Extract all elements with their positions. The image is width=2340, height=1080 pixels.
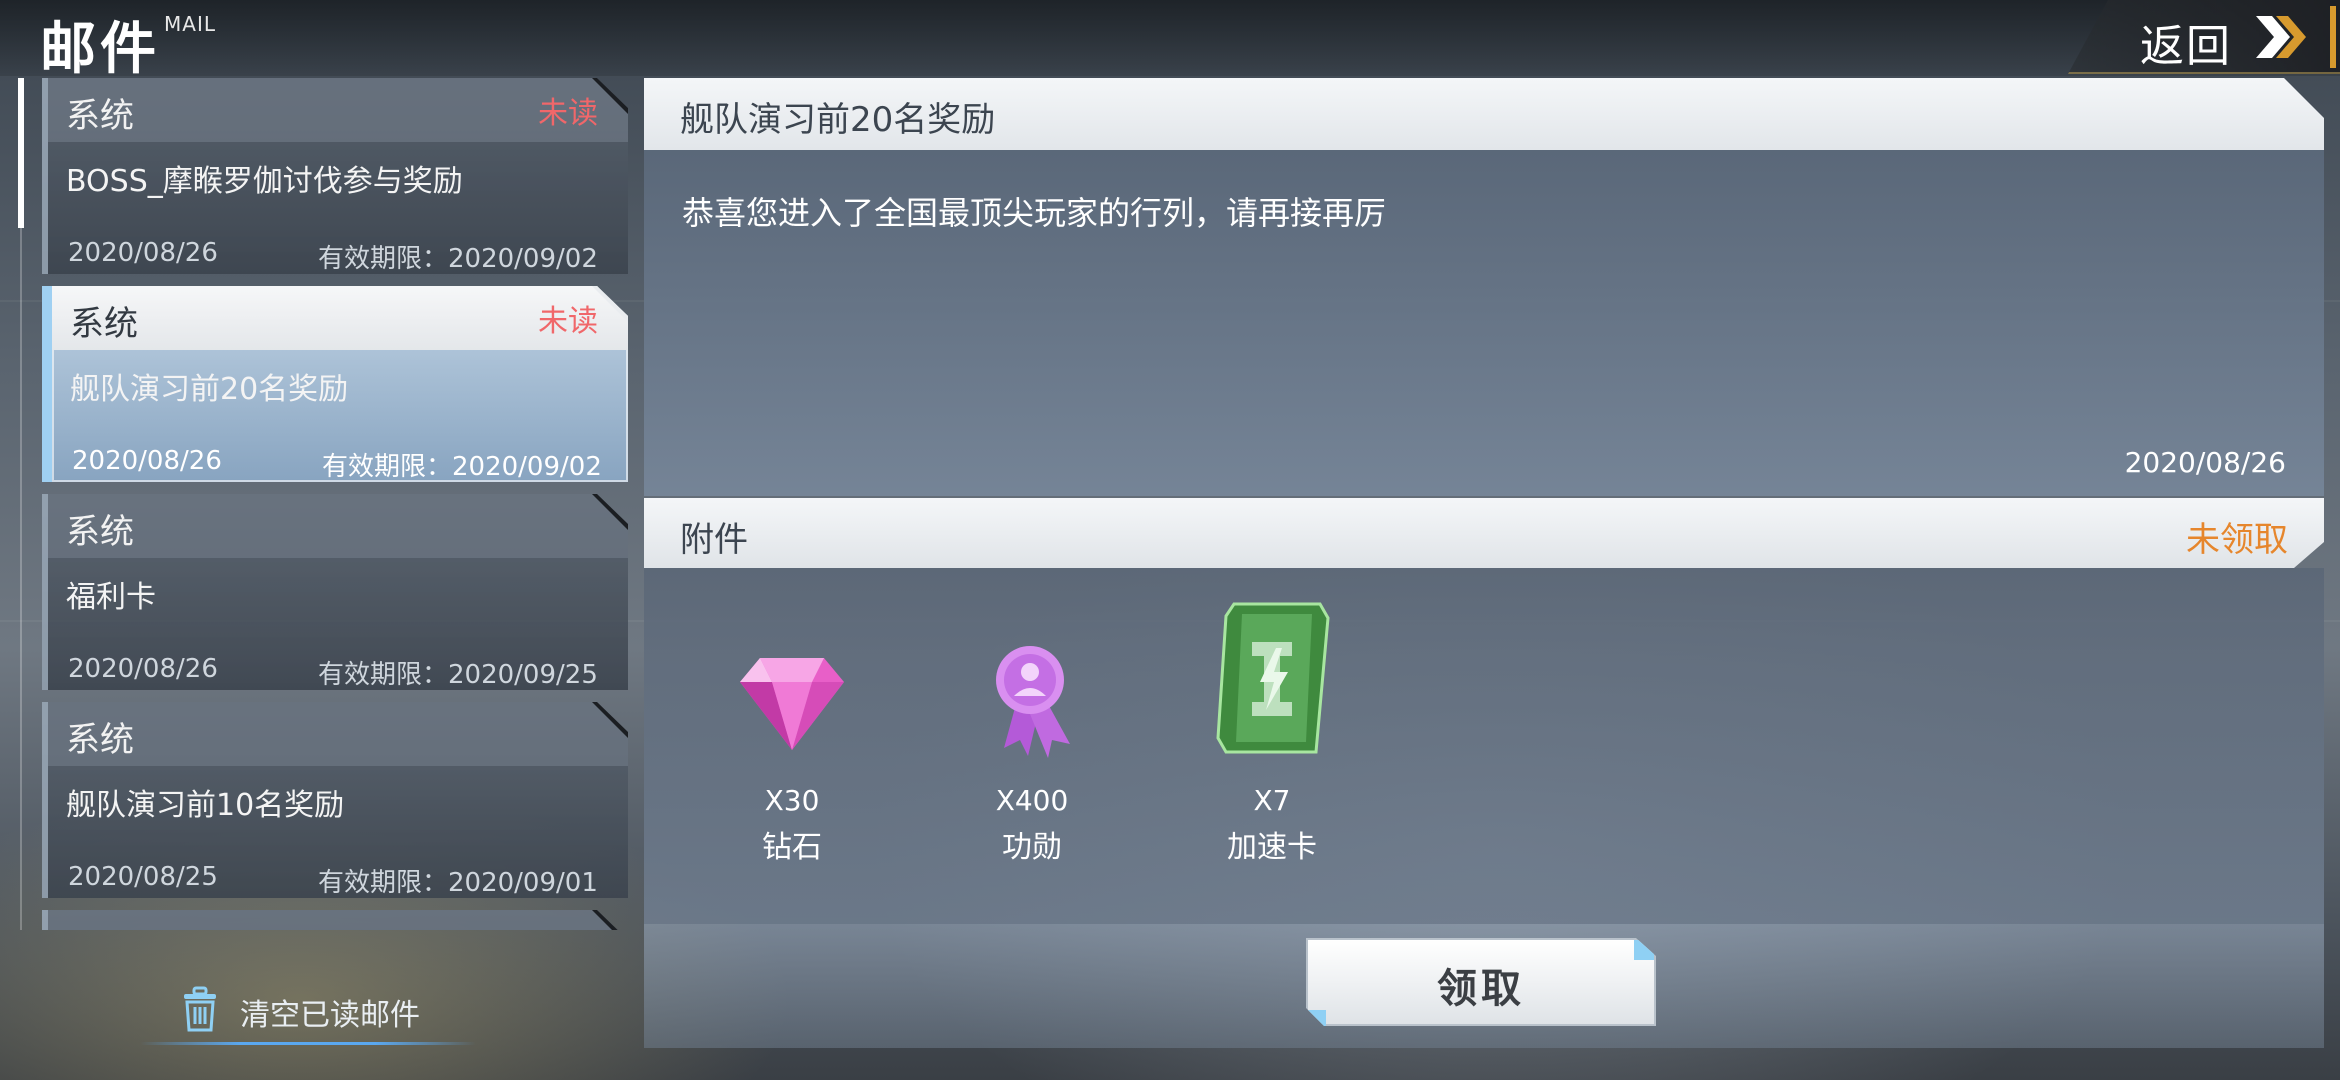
reward-item[interactable]: X400 功勋 [932,608,1132,898]
mail-item-header [48,494,628,558]
mail-item-expiry: 有效期限：2020/09/25 [318,660,598,690]
mail-item[interactable]: 系统 福利卡 2020/08/26 有效期限：2020/09/25 [42,494,628,690]
mail-item-subject: 舰队演习前10名奖励 [66,788,345,823]
speedup-card-icon [1216,602,1330,754]
reward-item[interactable]: X7 加速卡 [1172,602,1372,898]
mail-item-header [48,910,628,930]
page-subtitle: MAIL [164,12,216,36]
reward-count: X30 [764,784,820,817]
claim-button-label: 领取 [1437,966,1525,1012]
mail-item[interactable]: 系统 [42,910,628,930]
mail-item[interactable]: 系统 未读 BOSS_摩睺罗伽讨伐参与奖励 2020/08/26 有效期限：20… [42,78,628,274]
reward-name: 加速卡 [1227,830,1317,865]
claim-button-corner [1634,940,1654,960]
mail-item-subject: 福利卡 [66,580,156,615]
attachments-list: X30 钻石 X400 功勋 X7 加速卡 [644,568,2324,924]
mail-list: 系统 未读 BOSS_摩睺罗伽讨伐参与奖励 2020/08/26 有效期限：20… [42,78,628,930]
mail-item-corner [592,910,628,930]
mail-item-unread-badge: 未读 [538,304,598,339]
mail-item-sender: 系统 [66,720,134,760]
mail-item-subject: 舰队演习前20名奖励 [70,372,349,407]
mail-item-corner [592,702,628,738]
reward-count: X7 [1253,784,1291,817]
mail-item-sender: 系统 [70,304,138,344]
detail-footer: 领取 [644,924,2324,1048]
mail-item-date: 2020/08/26 [72,446,222,476]
back-button-edge [2330,6,2336,68]
back-button[interactable]: 返回 [2068,0,2340,74]
mail-item-header [48,702,628,766]
claim-button-corner [1308,1010,1326,1026]
detail-header: 舰队演习前20名奖励 [644,78,2324,150]
detail-body: 恭喜您进入了全国最顶尖玩家的行列，请再接再厉 2020/08/26 [644,150,2324,496]
chevron-right-icon [2256,16,2306,58]
trash-icon [184,986,216,1032]
diamond-icon [740,658,844,750]
detail-date: 2020/08/26 [2124,446,2286,479]
back-button-label: 返回 [2140,21,2232,72]
mail-item-expiry: 有效期限：2020/09/01 [318,868,598,898]
detail-title: 舰队演习前20名奖励 [680,100,996,140]
detail-message: 恭喜您进入了全国最顶尖玩家的行列，请再接再厉 [682,194,1387,232]
mail-item-sender: 系统 [66,512,134,552]
mail-item[interactable]: 系统 舰队演习前10名奖励 2020/08/25 有效期限：2020/09/01 [42,702,628,898]
reward-name: 功勋 [1002,830,1062,865]
top-bar: 邮件 MAIL 返回 [0,0,2340,82]
claim-button[interactable]: 领取 [1306,938,1656,1026]
list-scrollbar-thumb[interactable] [18,78,24,228]
mail-item-corner [592,494,628,530]
reward-count: X400 [995,784,1069,817]
clear-read-underline [140,1042,476,1045]
reward-item[interactable]: X30 钻石 [692,608,892,898]
mail-item-unread-badge: 未读 [538,96,598,131]
mail-item-selected[interactable]: 系统 未读 舰队演习前20名奖励 2020/08/26 有效期限：2020/09… [42,286,628,482]
attachments-status: 未领取 [2186,520,2288,560]
clear-read-button[interactable]: 清空已读邮件 [140,980,476,1050]
mail-item-subject: BOSS_摩睺罗伽讨伐参与奖励 [66,164,463,199]
mail-detail-panel: 舰队演习前20名奖励 恭喜您进入了全国最顶尖玩家的行列，请再接再厉 2020/0… [644,78,2324,1048]
mail-item-expiry: 有效期限：2020/09/02 [322,452,602,482]
mail-item-sender: 系统 [66,96,134,136]
mail-item-date: 2020/08/26 [68,654,218,684]
mail-item-date: 2020/08/26 [68,238,218,268]
mail-item-date: 2020/08/25 [68,862,218,892]
clear-read-label: 清空已读邮件 [240,998,420,1033]
reward-name: 钻石 [762,830,822,865]
page-title: 邮件 [40,17,160,82]
mail-item-sender: 系统 [66,920,134,930]
mail-item-expiry: 有效期限：2020/09/02 [318,244,598,274]
medal-icon [996,646,1070,758]
attachments-title: 附件 [680,520,748,560]
attachments-header: 附件 未领取 [644,498,2324,568]
